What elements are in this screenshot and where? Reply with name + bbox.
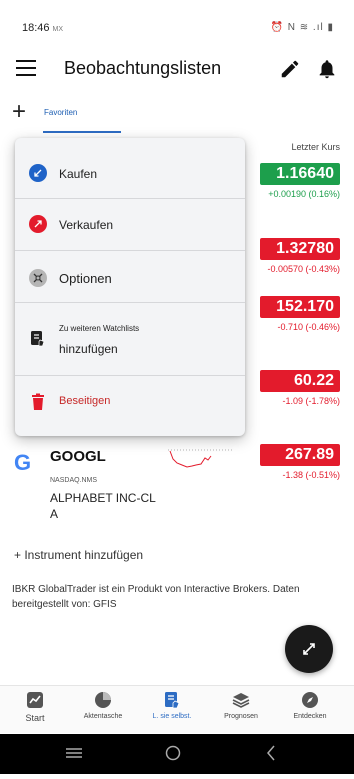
watchlist-icon: [165, 692, 180, 709]
chart-icon: [27, 692, 43, 708]
system-nav-bar: [0, 734, 354, 774]
page-title: Beobachtungslisten: [64, 58, 222, 78]
menu-label: Kaufen: [59, 167, 98, 181]
tab-indicator: [43, 131, 121, 133]
menu-label-small: Zu weiteren Watchlists: [59, 324, 140, 333]
trash-icon: [32, 393, 44, 410]
bottom-nav: Start Aktentasche L. sie selbst. Prognos…: [0, 685, 354, 733]
price-badge: 152.170: [260, 296, 340, 318]
price-change: -1.38 (-0.51%): [282, 470, 340, 480]
menu-divider: [15, 198, 245, 199]
nav-label: Entdecken: [293, 713, 327, 720]
status-time: 18:46 MX: [22, 22, 64, 34]
list-item-price: 267.89 -1.38 (-0.51%): [220, 444, 340, 480]
compass-icon: [302, 692, 318, 708]
nav-start[interactable]: Start: [1, 690, 69, 723]
layers-icon: [232, 693, 250, 708]
expand-arrows-icon: [303, 643, 315, 655]
add-instrument-button[interactable]: + Instrument hinzufügen: [14, 548, 143, 562]
menu-item-options[interactable]: Optionen: [15, 264, 245, 294]
nav-label: L. sie selbst.: [152, 713, 192, 720]
nav-label: Start: [25, 713, 45, 723]
nav-aktentasche[interactable]: Aktentasche: [69, 690, 137, 720]
context-menu: Kaufen Verkaufen Optionen Zu weiteren Wa…: [15, 138, 245, 436]
add-watchlist-icon: [31, 331, 45, 347]
price-badge: 60.22: [260, 370, 340, 392]
instrument-name: ALPHABET INC-CL A: [50, 491, 156, 521]
menu-label: hinzufügen: [59, 342, 118, 356]
nav-entdecken[interactable]: Entdecken: [276, 690, 344, 720]
expand-fab-button[interactable]: [285, 625, 333, 673]
status-icons: ⏰ N ≋ .ıl ▮: [270, 22, 334, 33]
pie-icon: [95, 692, 111, 708]
back-icon[interactable]: [267, 745, 275, 761]
google-logo-icon: G: [14, 450, 32, 475]
tab-favoriten[interactable]: Favoriten: [44, 108, 77, 117]
price-badge: 1.16640: [260, 163, 340, 185]
menu-icon[interactable]: [16, 60, 36, 76]
menu-item-add-to-watchlists[interactable]: Zu weiteren Watchlists hinzufügen: [15, 318, 245, 362]
status-bar: 18:46 MX ⏰ N ≋ .ıl ▮: [0, 0, 354, 46]
watchlist-tabs: + Favoriten: [0, 96, 354, 136]
nav-prognosen[interactable]: Prognosen: [207, 690, 275, 720]
price-badge: 267.89: [260, 444, 340, 466]
column-header-last-price: Letzter Kurs: [291, 142, 340, 152]
menu-item-buy[interactable]: Kaufen: [15, 160, 245, 190]
disclaimer-text: IBKR GlobalTrader ist ein Produkt von In…: [12, 584, 300, 610]
menu-label: Verkaufen: [59, 218, 114, 232]
menu-divider: [15, 302, 245, 303]
price-badge: 1.32780: [260, 238, 340, 260]
nav-label: Prognosen: [224, 713, 258, 720]
menu-divider: [15, 250, 245, 251]
app-bar: Beobachtungslisten: [0, 50, 354, 90]
sell-arrow-icon: [29, 215, 47, 233]
nav-watchlists[interactable]: L. sie selbst.: [138, 690, 206, 720]
recent-apps-icon[interactable]: [66, 748, 82, 758]
nav-label: Aktentasche: [83, 713, 123, 720]
menu-label: Optionen: [59, 271, 112, 286]
home-icon[interactable]: [165, 745, 181, 761]
instrument-exchange: NASDAQ.NMS: [50, 477, 98, 484]
bell-icon[interactable]: [316, 58, 338, 80]
instrument-symbol: GOOGL: [50, 448, 106, 465]
menu-item-sell[interactable]: Verkaufen: [15, 211, 245, 241]
menu-divider: [15, 375, 245, 376]
edit-pencil-icon[interactable]: [279, 58, 301, 80]
menu-item-remove[interactable]: Beseitigen: [15, 390, 245, 418]
buy-arrow-icon: [29, 164, 47, 182]
menu-label: Beseitigen: [59, 395, 111, 407]
add-watchlist-icon[interactable]: +: [12, 100, 26, 124]
options-icon: [29, 269, 47, 287]
